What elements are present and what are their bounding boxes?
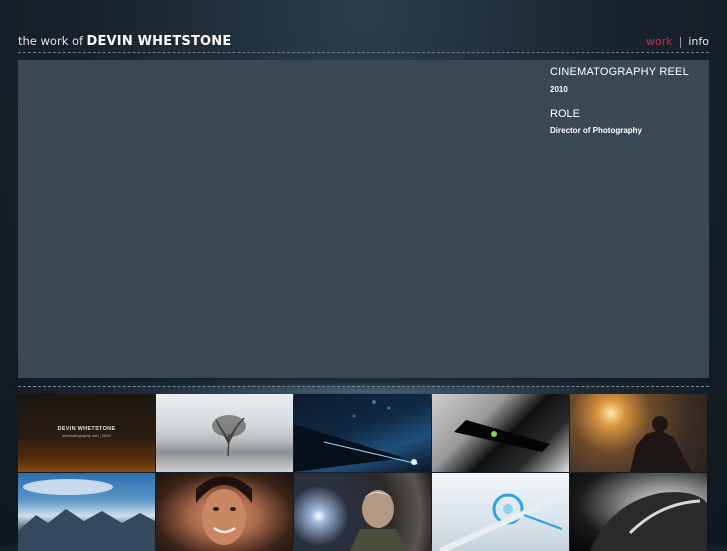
brand-name: DEVIN WHETSTONE <box>86 34 232 49</box>
role-heading: ROLE <box>550 108 580 120</box>
comet-image <box>294 400 419 472</box>
gallery-divider <box>18 386 709 387</box>
man-portrait-image <box>350 490 408 551</box>
thumbnail-cinematography-reel[interactable]: DEVIN WHETSTONE cinematography reel | 20… <box>18 394 155 472</box>
brand-prefix: the work of <box>18 34 84 48</box>
portrait-image <box>196 476 252 545</box>
mountain-image <box>18 479 155 551</box>
project-title: CINEMATOGRAPHY REEL <box>550 66 689 78</box>
thumbnail-toy-plane[interactable] <box>432 473 569 551</box>
thumbnail-light-silhouette[interactable] <box>570 394 707 472</box>
thumbnail-space-comet[interactable] <box>294 394 431 472</box>
header-divider <box>18 52 709 53</box>
nav-link-work[interactable]: work <box>646 35 673 48</box>
thumbnail-nike-shoe[interactable] <box>570 473 707 551</box>
plane-image <box>438 490 569 551</box>
thumbnail-caption-title: DEVIN WHETSTONE <box>57 426 116 432</box>
thumbnail-smiling-girl[interactable] <box>156 473 293 551</box>
video-player[interactable]: CINEMATOGRAPHY REEL 2010 ROLE Director o… <box>18 60 709 378</box>
project-details: CINEMATOGRAPHY REEL 2010 ROLE Director o… <box>550 66 700 135</box>
silhouette-image <box>630 416 692 472</box>
thumbnail-elderly-man[interactable] <box>294 473 431 551</box>
shoe-image <box>590 492 707 551</box>
project-year: 2010 <box>550 85 568 94</box>
thumbnail-product-device[interactable] <box>432 394 569 472</box>
site-header: the work of DEVIN WHETSTONE work | info <box>18 34 709 52</box>
role-value: Director of Photography <box>550 126 643 135</box>
thumbnail-mountain-landscape[interactable] <box>18 473 155 551</box>
thumbnail-winter-tree[interactable] <box>156 394 293 472</box>
nav-link-info[interactable]: info <box>688 35 709 48</box>
main-nav: work | info <box>646 35 709 48</box>
nav-separator: | <box>678 35 683 48</box>
tree-image <box>212 415 246 457</box>
device-image <box>454 420 550 452</box>
thumbnail-caption-sub: cinematography reel | 2010 <box>62 433 111 438</box>
site-brand[interactable]: the work of DEVIN WHETSTONE <box>18 34 231 49</box>
